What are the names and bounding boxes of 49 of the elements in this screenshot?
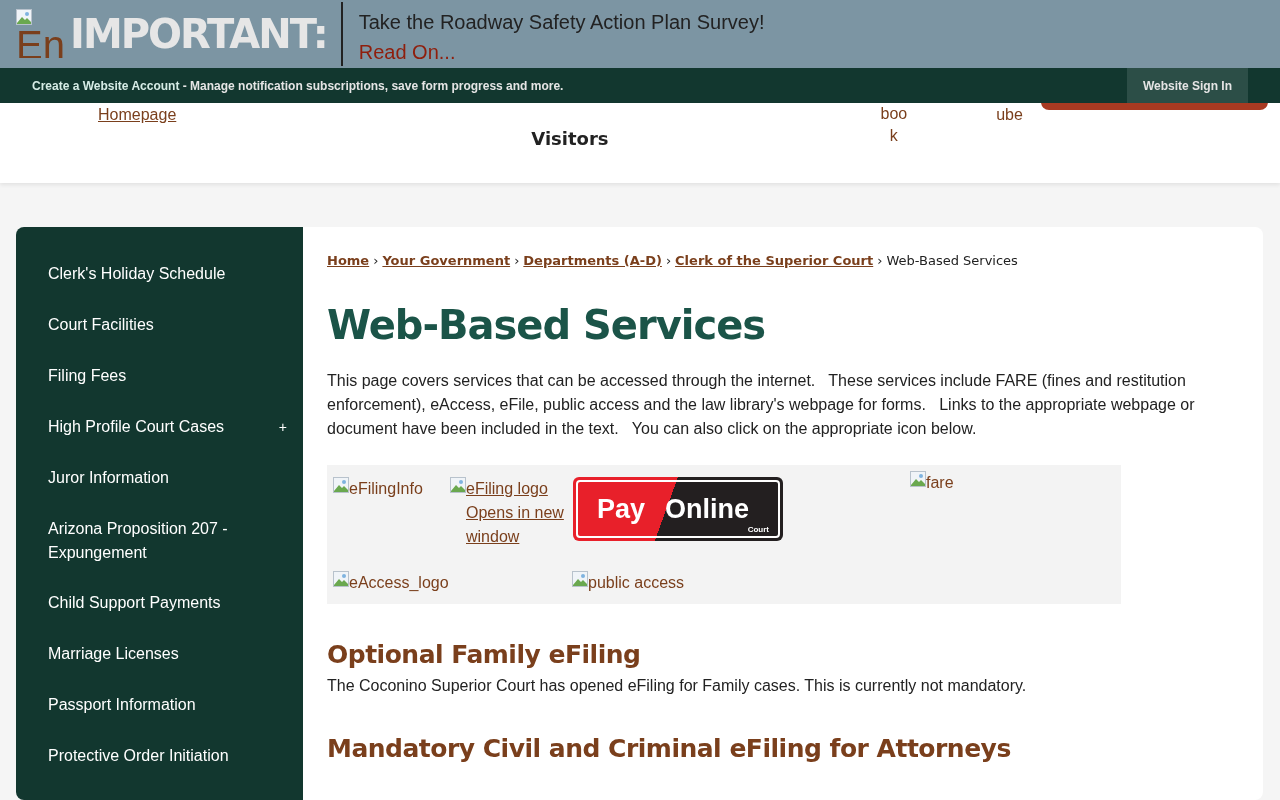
breadcrumb-separator: › (665, 252, 672, 270)
expand-toggle[interactable]: + (278, 415, 289, 439)
sidebar-item[interactable]: Marriage Licenses (16, 629, 303, 680)
broken-image-icon (572, 570, 588, 587)
image-alt-text: eAccess_logo (349, 572, 449, 593)
broken-image-icon (333, 570, 349, 587)
online-label: Online (665, 493, 750, 527)
section-heading: Optional Family eFiling (327, 639, 642, 670)
social-link[interactable]: ube (996, 103, 1023, 125)
sidebar-item[interactable]: Filing Fees (16, 351, 303, 402)
alert-message: Take the Roadway Safety Action Plan Survey! (358, 10, 765, 35)
image-alt-text: fare (926, 472, 954, 493)
sidebar-item[interactable]: Court Facilities (16, 300, 303, 351)
sidebar-item[interactable]: Passport Information (16, 680, 303, 731)
breadcrumb-separator: › (373, 252, 379, 270)
section-text: The Coconino Superior Court has opened eFiling for Family cases. This is currently not mandatory. (327, 675, 1028, 696)
sidebar-item[interactable]: High Profile Court Cases + (16, 402, 303, 453)
broken-image-icon (16, 9, 32, 25)
sign-in-button[interactable]: Website Sign In (1126, 68, 1248, 103)
brand-label: Court (747, 523, 769, 536)
broken-image-icon (333, 476, 349, 493)
sidebar-item[interactable]: Clerk's Holiday Schedule (16, 249, 303, 300)
nav-item[interactable]: Visitors (531, 125, 609, 147)
breadcrumb-link[interactable]: Your Government (382, 251, 511, 271)
broken-image-icon (450, 476, 466, 493)
sidebar-item[interactable]: Protective Order Initiation (16, 731, 303, 782)
social-link[interactable]: boo k (880, 103, 908, 149)
image-alt-text: public access (588, 572, 685, 593)
breadcrumb-separator: › (514, 252, 520, 270)
broken-image-icon (910, 470, 926, 487)
section-heading: Mandatory Civil and Criminal eFiling for Attorneys (327, 733, 1012, 764)
breadcrumb-link[interactable]: Home (327, 251, 370, 271)
create-account-link[interactable]: Create a Website Account (32, 76, 180, 95)
image-link[interactable]: eFiling logo Opens in new window (466, 476, 566, 549)
page-title: Web-Based Services (327, 300, 767, 350)
breadcrumb-link[interactable]: Clerk of the Superior Court (675, 251, 874, 271)
image-alt-text: eFilingInfo (349, 478, 423, 499)
pay-label: Pay (597, 493, 646, 527)
alert-label: IMPORTANT: (70, 2, 343, 66)
intro-paragraph: This page covers services that can be accessed through the internet. These services include FARE (fines and restitution enforcement), eAccess, eFile, public access and the law library's webpage for forms. Links to the appropriate webpage or document have been included in the text. You can also click on the appropriate icon below. (327, 370, 1196, 439)
pay-online-button[interactable]: Pay Online Court (573, 476, 783, 541)
breadcrumb-current: Web-Based Services (886, 252, 1018, 270)
breadcrumb-link[interactable]: Departments (A-D) (523, 251, 662, 271)
sidebar-item[interactable]: Arizona Proposition 207 - Expungement (16, 504, 303, 578)
account-message: - Manage notification subscriptions, save form progress and more. (181, 77, 564, 95)
homepage-link[interactable]: Homepage (98, 103, 177, 123)
breadcrumb-separator: › (877, 252, 883, 270)
sidebar-item[interactable]: Juror Information (16, 453, 303, 504)
sidebar-item[interactable]: Child Support Payments (16, 578, 303, 629)
